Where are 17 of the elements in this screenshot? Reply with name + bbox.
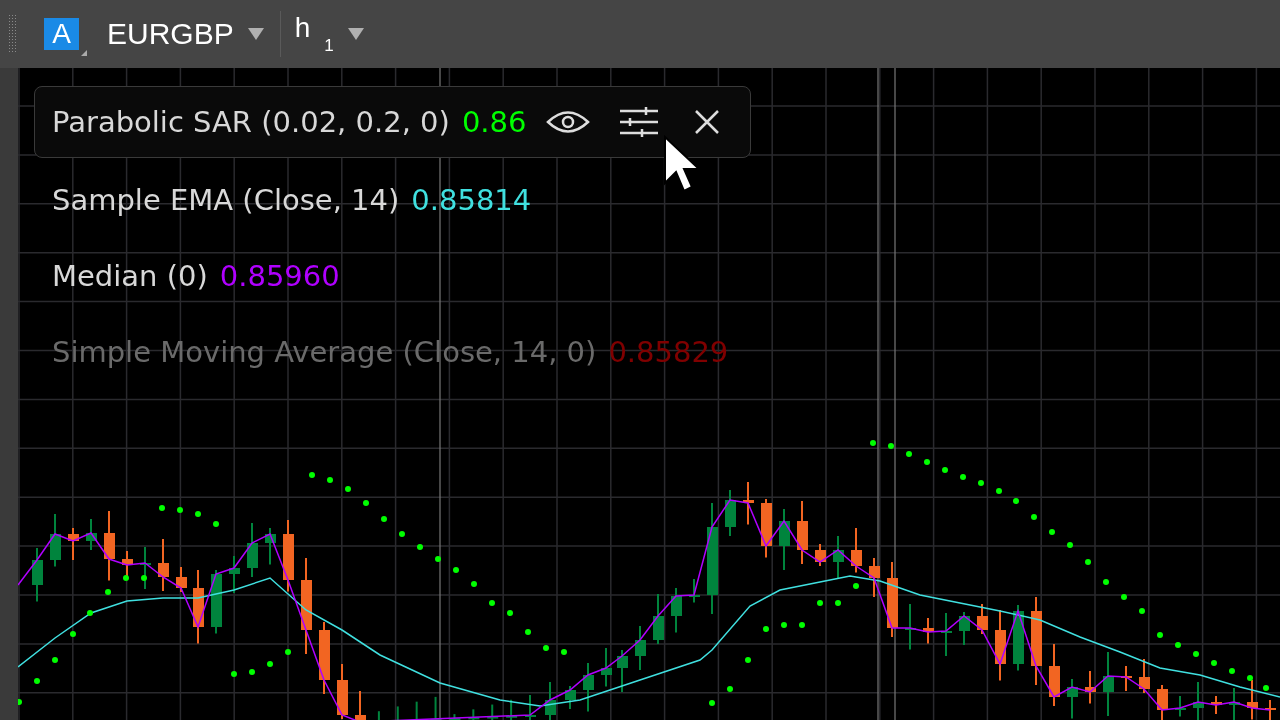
- corner-icon: [81, 50, 87, 56]
- indicator-name: Median (0): [52, 259, 208, 293]
- indicator-name: Sample EMA (Close, 14): [52, 183, 400, 217]
- indicator-value: 0.86: [461, 105, 527, 139]
- indicator-name: Parabolic SAR (0.02, 0.2, 0): [52, 105, 450, 139]
- eye-icon[interactable]: [546, 109, 591, 135]
- symbol-label[interactable]: EURGBP: [107, 17, 234, 51]
- close-icon[interactable]: [694, 109, 721, 135]
- indicator-value: 0.85829: [608, 335, 729, 369]
- indicator-value: 0.85960: [219, 259, 340, 293]
- settings-icon[interactable]: [620, 106, 659, 138]
- dropdown-icon[interactable]: [345, 27, 366, 41]
- dropdown-icon[interactable]: [245, 27, 266, 41]
- indicator-value: 0.85814: [411, 183, 532, 217]
- timeframe-subscript: 1: [324, 36, 334, 56]
- timeframe-label[interactable]: h: [294, 12, 311, 44]
- symbol-badge[interactable]: A: [44, 18, 79, 50]
